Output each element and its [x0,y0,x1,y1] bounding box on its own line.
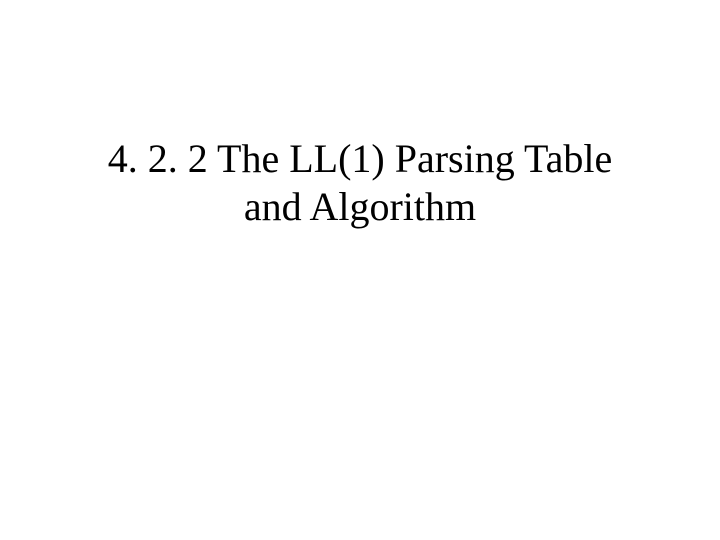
title-line-2: and Algorithm [244,184,476,229]
title-line-1: 4. 2. 2 The LL(1) Parsing Table [108,136,613,181]
slide-container: 4. 2. 2 The LL(1) Parsing Table and Algo… [0,0,720,540]
slide-title: 4. 2. 2 The LL(1) Parsing Table and Algo… [0,135,720,231]
